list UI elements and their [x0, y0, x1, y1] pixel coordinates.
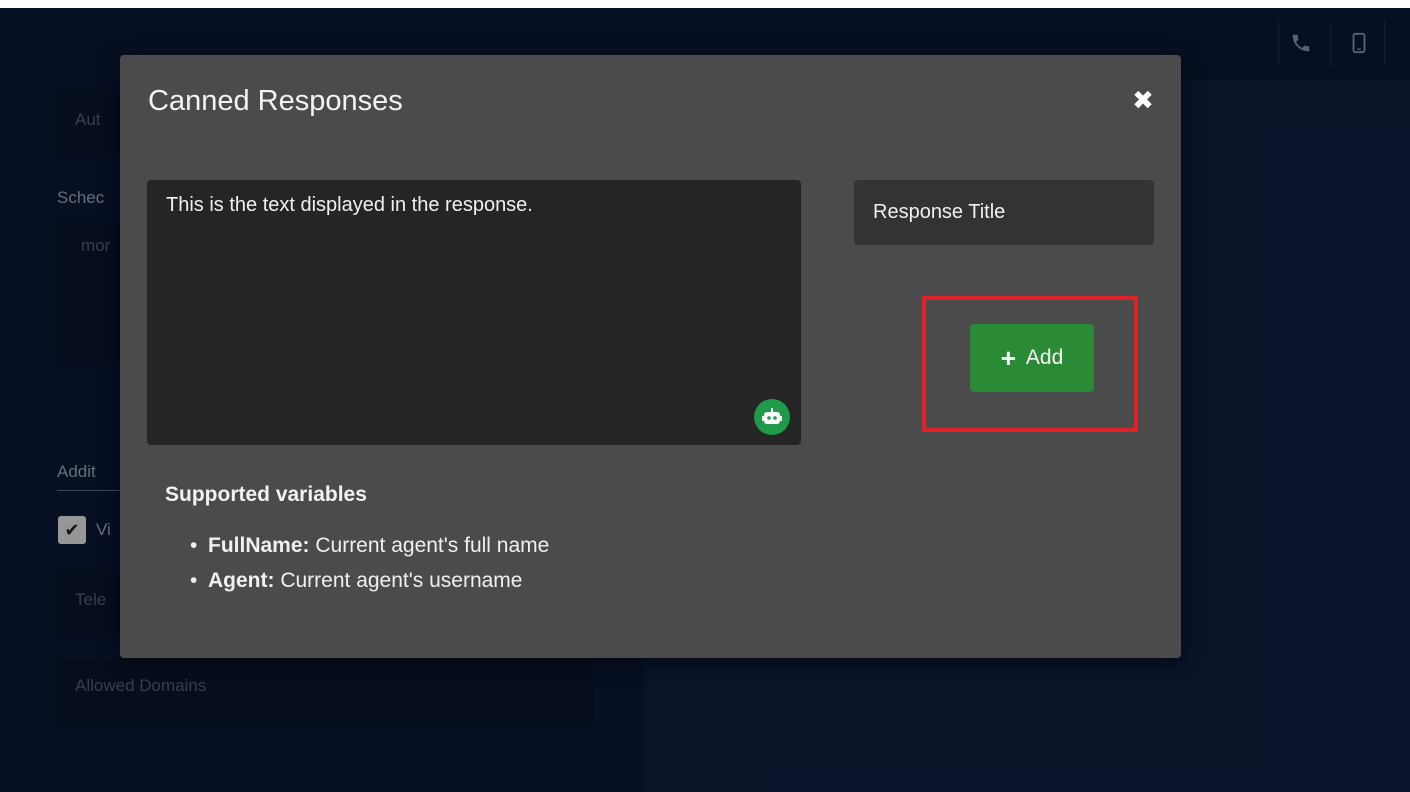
- bot-icon-glyph: [762, 408, 782, 424]
- add-button[interactable]: + Add: [970, 324, 1094, 392]
- supported-variables-list: FullName: Current agent's full name Agen…: [190, 528, 550, 598]
- variable-name: Agent:: [208, 569, 275, 592]
- modal-title: Canned Responses: [148, 85, 403, 117]
- close-icon[interactable]: ✖: [1126, 83, 1160, 117]
- response-text-input[interactable]: This is the text displayed in the respon…: [147, 180, 801, 445]
- bot-icon[interactable]: [754, 399, 790, 435]
- add-button-label: Add: [1025, 346, 1064, 369]
- list-item: Agent: Current agent's username: [190, 563, 549, 598]
- supported-variables-heading: Supported variables: [165, 483, 367, 506]
- variable-name: FullName:: [208, 534, 310, 557]
- canned-responses-modal: Canned Responses ✖ This is the text disp…: [120, 55, 1181, 658]
- plus-icon: +: [1000, 343, 1016, 373]
- top-strip: [0, 0, 1410, 8]
- response-title-input[interactable]: [854, 180, 1154, 245]
- list-item: FullName: Current agent's full name: [190, 528, 550, 563]
- variable-description: Current agent's username: [274, 569, 523, 592]
- variable-description: Current agent's full name: [309, 534, 550, 557]
